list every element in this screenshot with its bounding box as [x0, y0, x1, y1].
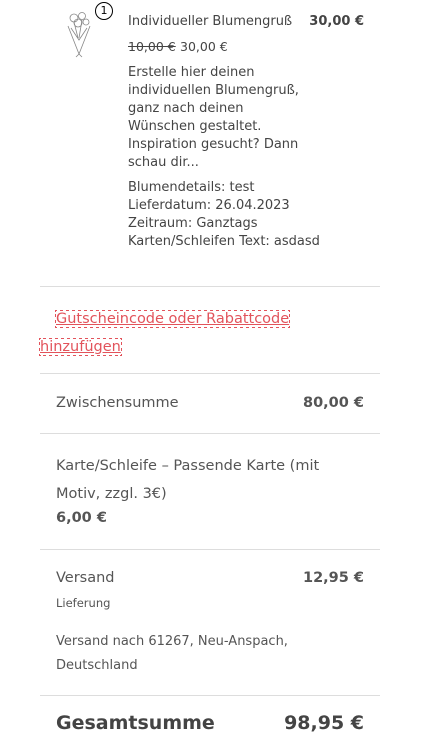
- shipping-method: Lieferung: [56, 596, 111, 610]
- divider: [40, 433, 380, 434]
- divider: [40, 549, 380, 550]
- flower-bouquet-icon: [67, 12, 91, 58]
- product-thumbnail: [62, 10, 96, 58]
- detail-delivery-date: Lieferdatum: 26.04.2023: [128, 198, 290, 213]
- divider: [40, 695, 380, 696]
- card-fee-label: Karte/Schleife – Passende Karte (mit Mot…: [56, 458, 320, 502]
- product-description: Erstelle hier deinen individuellen Blume…: [128, 65, 299, 170]
- detail-timeframe: Zeitraum: Ganztags: [128, 216, 258, 231]
- divider: [40, 286, 380, 287]
- subtotal-value: 80,00 €: [302, 395, 364, 411]
- shipping-value: 12,95 €: [302, 570, 364, 586]
- coupon-toggle[interactable]: Gutscheincode oder Rabattcode hinzufügen: [38, 305, 330, 361]
- detail-flowers: Blumendetails: test: [128, 180, 255, 195]
- product-name[interactable]: Individueller Blumengruß: [128, 14, 292, 29]
- total-value: 98,95 €: [284, 712, 364, 734]
- sale-price: 30,00 €: [180, 39, 228, 54]
- shipping-destination: Versand nach 61267, Neu-Anspach, Deutsch…: [56, 634, 288, 673]
- divider: [40, 373, 380, 374]
- card-fee-value: 6,00 €: [56, 510, 107, 526]
- detail-card-text: Karten/Schleifen Text: asdasd: [128, 234, 320, 249]
- shipping-label: Versand: [56, 570, 115, 586]
- product-details: Blumendetails: test Lieferdatum: 26.04.2…: [128, 179, 328, 251]
- total-label: Gesamtsumme: [56, 712, 215, 734]
- add-coupon-link[interactable]: Gutscheincode oder Rabattcode hinzufügen: [38, 310, 291, 356]
- quantity-badge: 1: [95, 2, 113, 20]
- regular-price: 10,00 €: [128, 39, 176, 54]
- product-line-total: 30,00 €: [309, 14, 364, 29]
- subtotal-label: Zwischensumme: [56, 395, 179, 411]
